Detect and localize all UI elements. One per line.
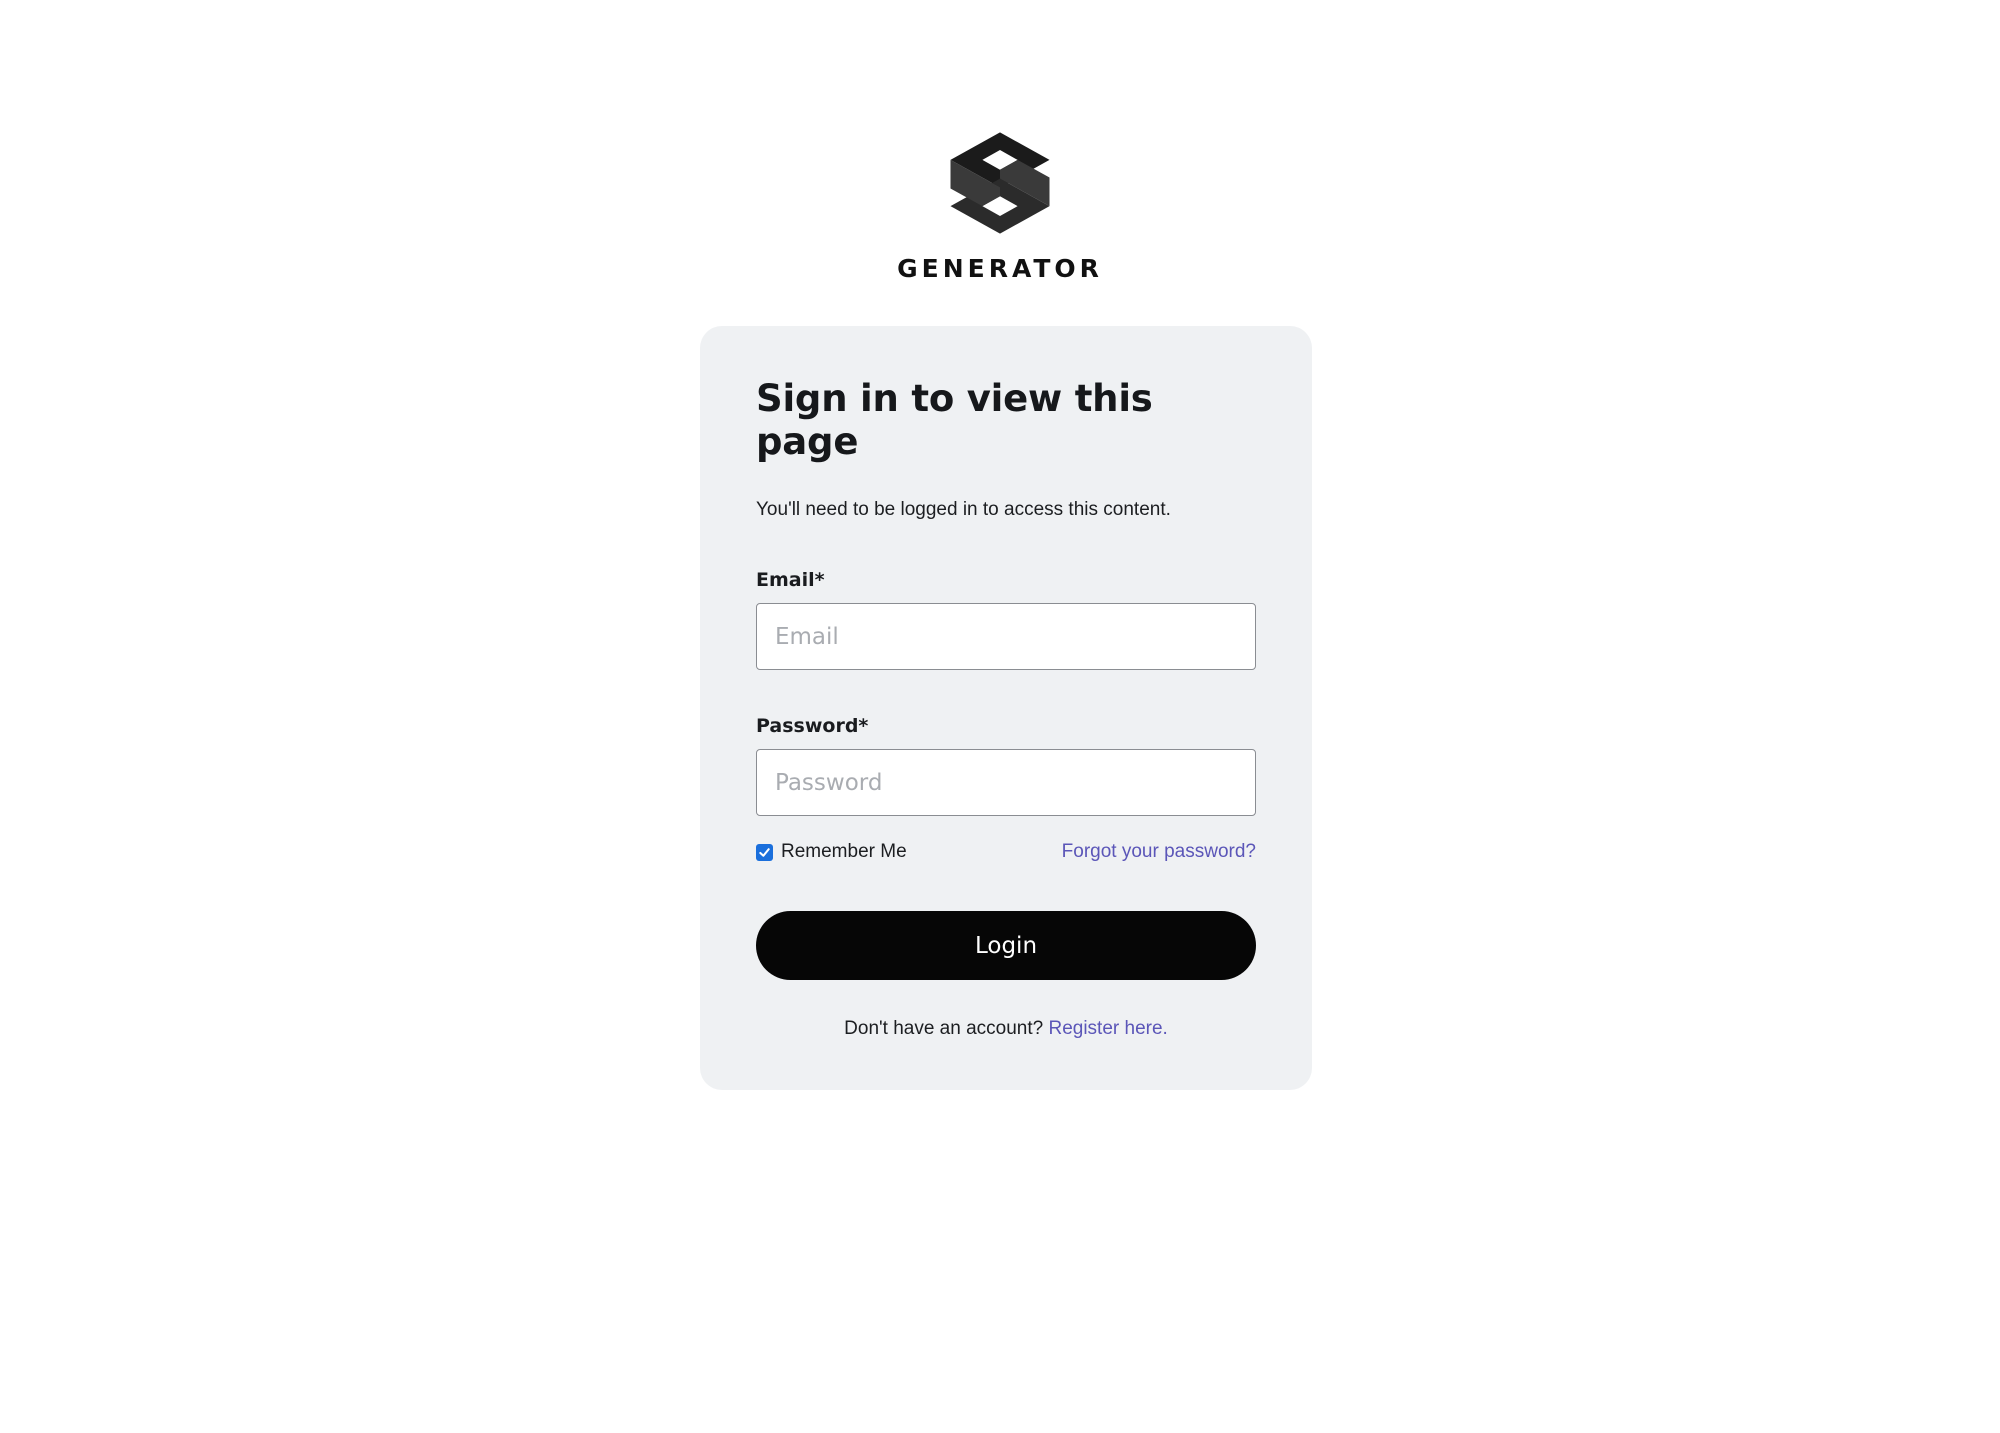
page-subtitle: You'll need to be logged in to access th… xyxy=(756,499,1171,521)
login-form: Sign in to view this page You'll need to… xyxy=(756,377,1256,1040)
login-card: Sign in to view this page You'll need to… xyxy=(700,326,1312,1090)
login-options-row: Remember Me Forgot your password? xyxy=(756,840,1256,864)
forgot-password-link[interactable]: Forgot your password? xyxy=(1062,841,1256,863)
register-link[interactable]: Register here. xyxy=(1048,1018,1167,1039)
generator-logo-icon xyxy=(950,132,1050,234)
remember-me-checkbox[interactable] xyxy=(756,843,773,861)
password-label: Password* xyxy=(756,715,869,738)
brand-name: GENERATOR xyxy=(897,254,1103,283)
checkmark-icon xyxy=(759,847,770,857)
brand-logo: GENERATOR xyxy=(0,128,2000,283)
login-page: GENERATOR Sign in to view this page You'… xyxy=(0,0,2000,1433)
register-prompt: Don't have an account? xyxy=(844,1018,1049,1040)
remember-me-control[interactable]: Remember Me xyxy=(756,841,907,863)
login-button[interactable]: Login xyxy=(756,911,1256,981)
page-title: Sign in to view this page xyxy=(756,377,1153,463)
email-label: Email* xyxy=(756,569,825,592)
email-field[interactable] xyxy=(756,603,1256,671)
register-prompt-row: Don't have an account? Register here. xyxy=(756,1018,1256,1040)
remember-me-label: Remember Me xyxy=(781,841,907,863)
password-field[interactable] xyxy=(756,749,1256,817)
